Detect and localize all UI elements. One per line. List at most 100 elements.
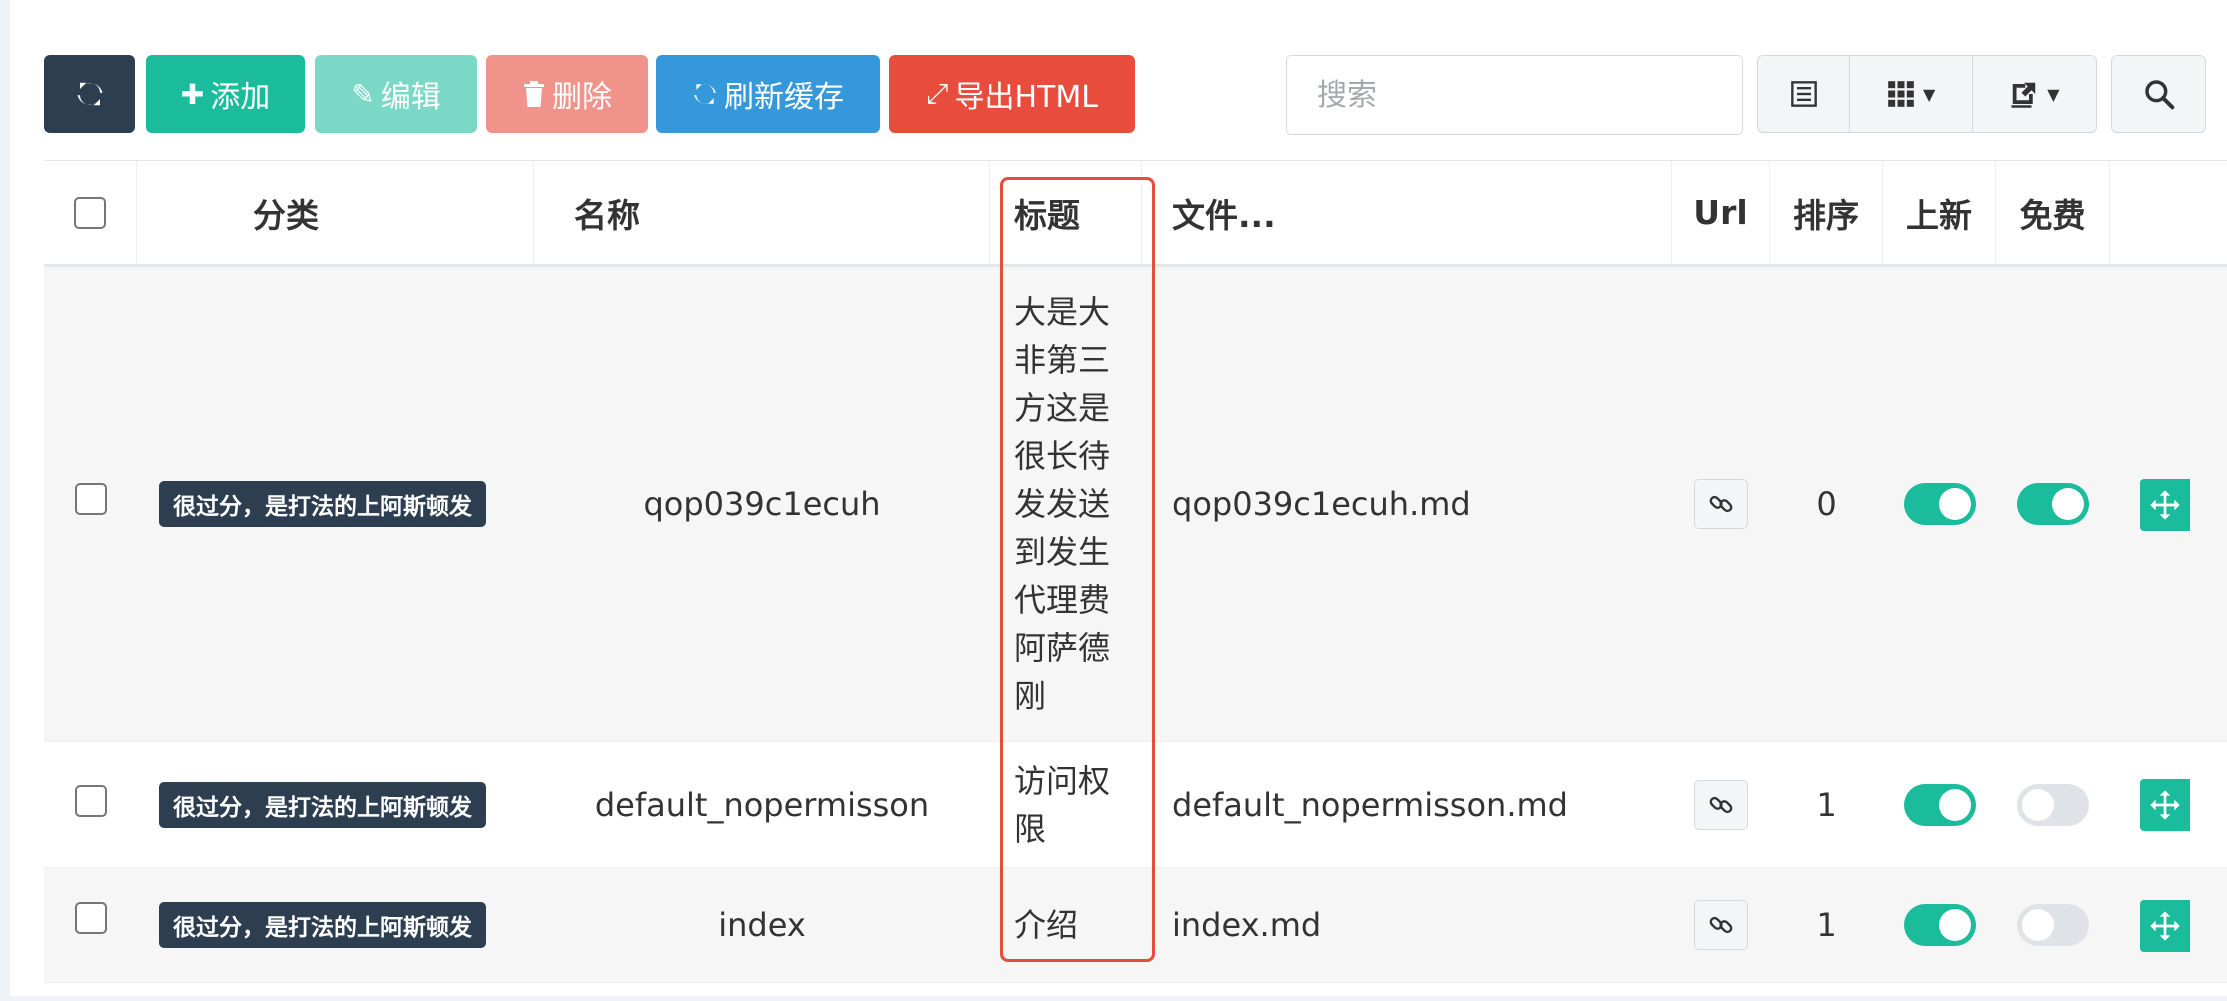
file-cell: qop039c1ecuh.md xyxy=(1172,485,1471,523)
move-icon xyxy=(2150,790,2180,820)
link-icon xyxy=(1709,916,1733,934)
file-cell: default_nopermisson.md xyxy=(1172,785,1568,824)
is-new-toggle[interactable] xyxy=(1903,904,1976,946)
is-new-toggle[interactable] xyxy=(1903,783,1976,826)
data-table: 分类 名称 标题 文件... Url 排序 上新 免费 很过分，是打法的上阿斯顿… xyxy=(44,160,2227,1001)
export-icon xyxy=(2011,82,2036,108)
refresh-icon xyxy=(77,82,102,106)
category-badge: 很过分，是打法的上阿斯顿发 xyxy=(159,781,486,828)
row-select-cell xyxy=(44,267,137,741)
header-url[interactable]: Url xyxy=(1672,161,1770,264)
list-view-icon xyxy=(1790,81,1817,107)
name-cell: default_nopermisson xyxy=(594,785,930,824)
category-cell: 很过分，是打法的上阿斯顿发 xyxy=(137,868,534,982)
refresh-button[interactable] xyxy=(44,55,135,133)
row-select-cell xyxy=(44,868,137,982)
free-cell xyxy=(1996,267,2110,741)
name-cell: qop039c1ecuh xyxy=(643,485,881,523)
move-icon xyxy=(2150,911,2180,941)
file-cell: index.md xyxy=(1172,906,1322,944)
edit-button[interactable]: ✎ 编辑 xyxy=(315,55,477,133)
free-cell xyxy=(1996,868,2110,982)
name-cell: index xyxy=(718,906,806,944)
header-name[interactable]: 名称 xyxy=(534,161,990,264)
url-cell xyxy=(1672,267,1770,741)
table-header: 分类 名称 标题 文件... Url 排序 上新 免费 xyxy=(44,161,2227,267)
table-row[interactable]: 很过分，是打法的上阿斯顿发 qop039c1ecuh 大是大非第三方这是很长待发… xyxy=(44,267,2227,742)
content-panel: ✚ 添加 ✎ 编辑 删除 刷新缓存 ⤢ 导出HTML 搜索 ▼ ▼ 分类 名称 … xyxy=(10,0,2227,1001)
delete-button[interactable]: 删除 xyxy=(486,55,648,133)
columns-dropdown-button[interactable]: ▼ xyxy=(1850,56,1973,132)
header-file[interactable]: 文件... xyxy=(1142,161,1672,264)
free-cell xyxy=(1996,742,2110,867)
title-cell: 介绍 xyxy=(990,868,1142,982)
link-icon xyxy=(1709,495,1733,513)
grid-icon xyxy=(1888,81,1914,107)
edit-button-label: 编辑 xyxy=(380,80,441,115)
order-cell: 0 xyxy=(1816,485,1837,523)
export-html-button[interactable]: ⤢ 导出HTML xyxy=(889,55,1135,133)
title-text: 大是大非第三方这是很长待发发送到发生代理费阿萨德刚 xyxy=(1014,293,1111,715)
refresh-cache-label: 刷新缓存 xyxy=(724,80,844,115)
free-toggle[interactable] xyxy=(2017,783,2089,826)
search-input[interactable] xyxy=(1286,55,1743,135)
refresh-icon xyxy=(694,84,716,104)
header-is-new[interactable]: 上新 xyxy=(1883,161,1996,264)
is-new-cell xyxy=(1883,267,1996,741)
delete-button-label: 删除 xyxy=(552,80,612,115)
free-toggle[interactable] xyxy=(2017,483,2089,525)
export-dropdown-button[interactable]: ▼ xyxy=(1973,56,2096,132)
chevron-down-icon: ▼ xyxy=(2047,84,2060,104)
header-operate xyxy=(2110,161,2227,264)
is-new-cell xyxy=(1883,868,1996,982)
trash-icon xyxy=(524,81,544,107)
pencil-icon: ✎ xyxy=(351,77,375,111)
header-free[interactable]: 免费 xyxy=(1996,161,2110,264)
url-link-button[interactable] xyxy=(1694,779,1748,830)
header-title[interactable]: 标题 xyxy=(990,161,1142,264)
table-row[interactable]: 很过分，是打法的上阿斯顿发 default_nopermisson 访问权限 d… xyxy=(44,742,2227,868)
expand-icon: ⤢ xyxy=(926,77,949,110)
refresh-cache-button[interactable]: 刷新缓存 xyxy=(656,55,880,133)
is-new-cell xyxy=(1883,742,1996,867)
title-cell: 访问权限 xyxy=(990,742,1142,867)
header-order[interactable]: 排序 xyxy=(1770,161,1883,264)
header-select-all xyxy=(44,161,137,264)
drag-sort-button[interactable] xyxy=(2140,900,2190,952)
table-row[interactable]: 很过分，是打法的上阿斯顿发 index 介绍 index.md 1 xyxy=(44,868,2227,983)
url-cell xyxy=(1672,868,1770,982)
category-cell: 很过分，是打法的上阿斯顿发 xyxy=(137,267,534,741)
drag-sort-button[interactable] xyxy=(2140,479,2190,531)
chevron-down-icon: ▼ xyxy=(1922,84,1936,104)
title-text: 访问权限 xyxy=(1014,761,1111,848)
row-checkbox[interactable] xyxy=(74,483,107,515)
bottom-divider xyxy=(0,996,2227,1001)
order-cell: 1 xyxy=(1816,785,1837,824)
title-text: 介绍 xyxy=(1014,906,1079,944)
title-cell: 大是大非第三方这是很长待发发送到发生代理费阿萨德刚 xyxy=(990,267,1142,741)
move-icon xyxy=(2150,490,2180,520)
link-icon xyxy=(1709,796,1733,813)
row-checkbox[interactable] xyxy=(74,784,107,817)
url-link-button[interactable] xyxy=(1694,900,1748,950)
is-new-toggle[interactable] xyxy=(1903,483,1976,525)
order-cell: 1 xyxy=(1816,906,1837,944)
category-cell: 很过分，是打法的上阿斯顿发 xyxy=(137,742,534,867)
header-category[interactable]: 分类 xyxy=(137,161,534,264)
export-html-label: 导出HTML xyxy=(954,80,1098,115)
url-link-button[interactable] xyxy=(1694,479,1748,529)
row-checkbox[interactable] xyxy=(74,902,107,934)
table-tools-group: ▼ ▼ xyxy=(1757,55,2097,133)
category-badge: 很过分，是打法的上阿斯顿发 xyxy=(159,902,486,948)
row-select-cell xyxy=(44,742,137,867)
toggle-view-button[interactable] xyxy=(1758,56,1851,132)
category-badge: 很过分，是打法的上阿斯顿发 xyxy=(159,481,486,527)
drag-sort-button[interactable] xyxy=(2140,779,2190,831)
search-button[interactable] xyxy=(2111,55,2206,133)
url-cell xyxy=(1672,742,1770,867)
select-all-checkbox[interactable] xyxy=(74,196,106,229)
free-toggle[interactable] xyxy=(2017,904,2089,946)
plus-icon: ✚ xyxy=(180,77,205,111)
add-button[interactable]: ✚ 添加 xyxy=(146,55,305,133)
add-button-label: 添加 xyxy=(210,80,271,115)
